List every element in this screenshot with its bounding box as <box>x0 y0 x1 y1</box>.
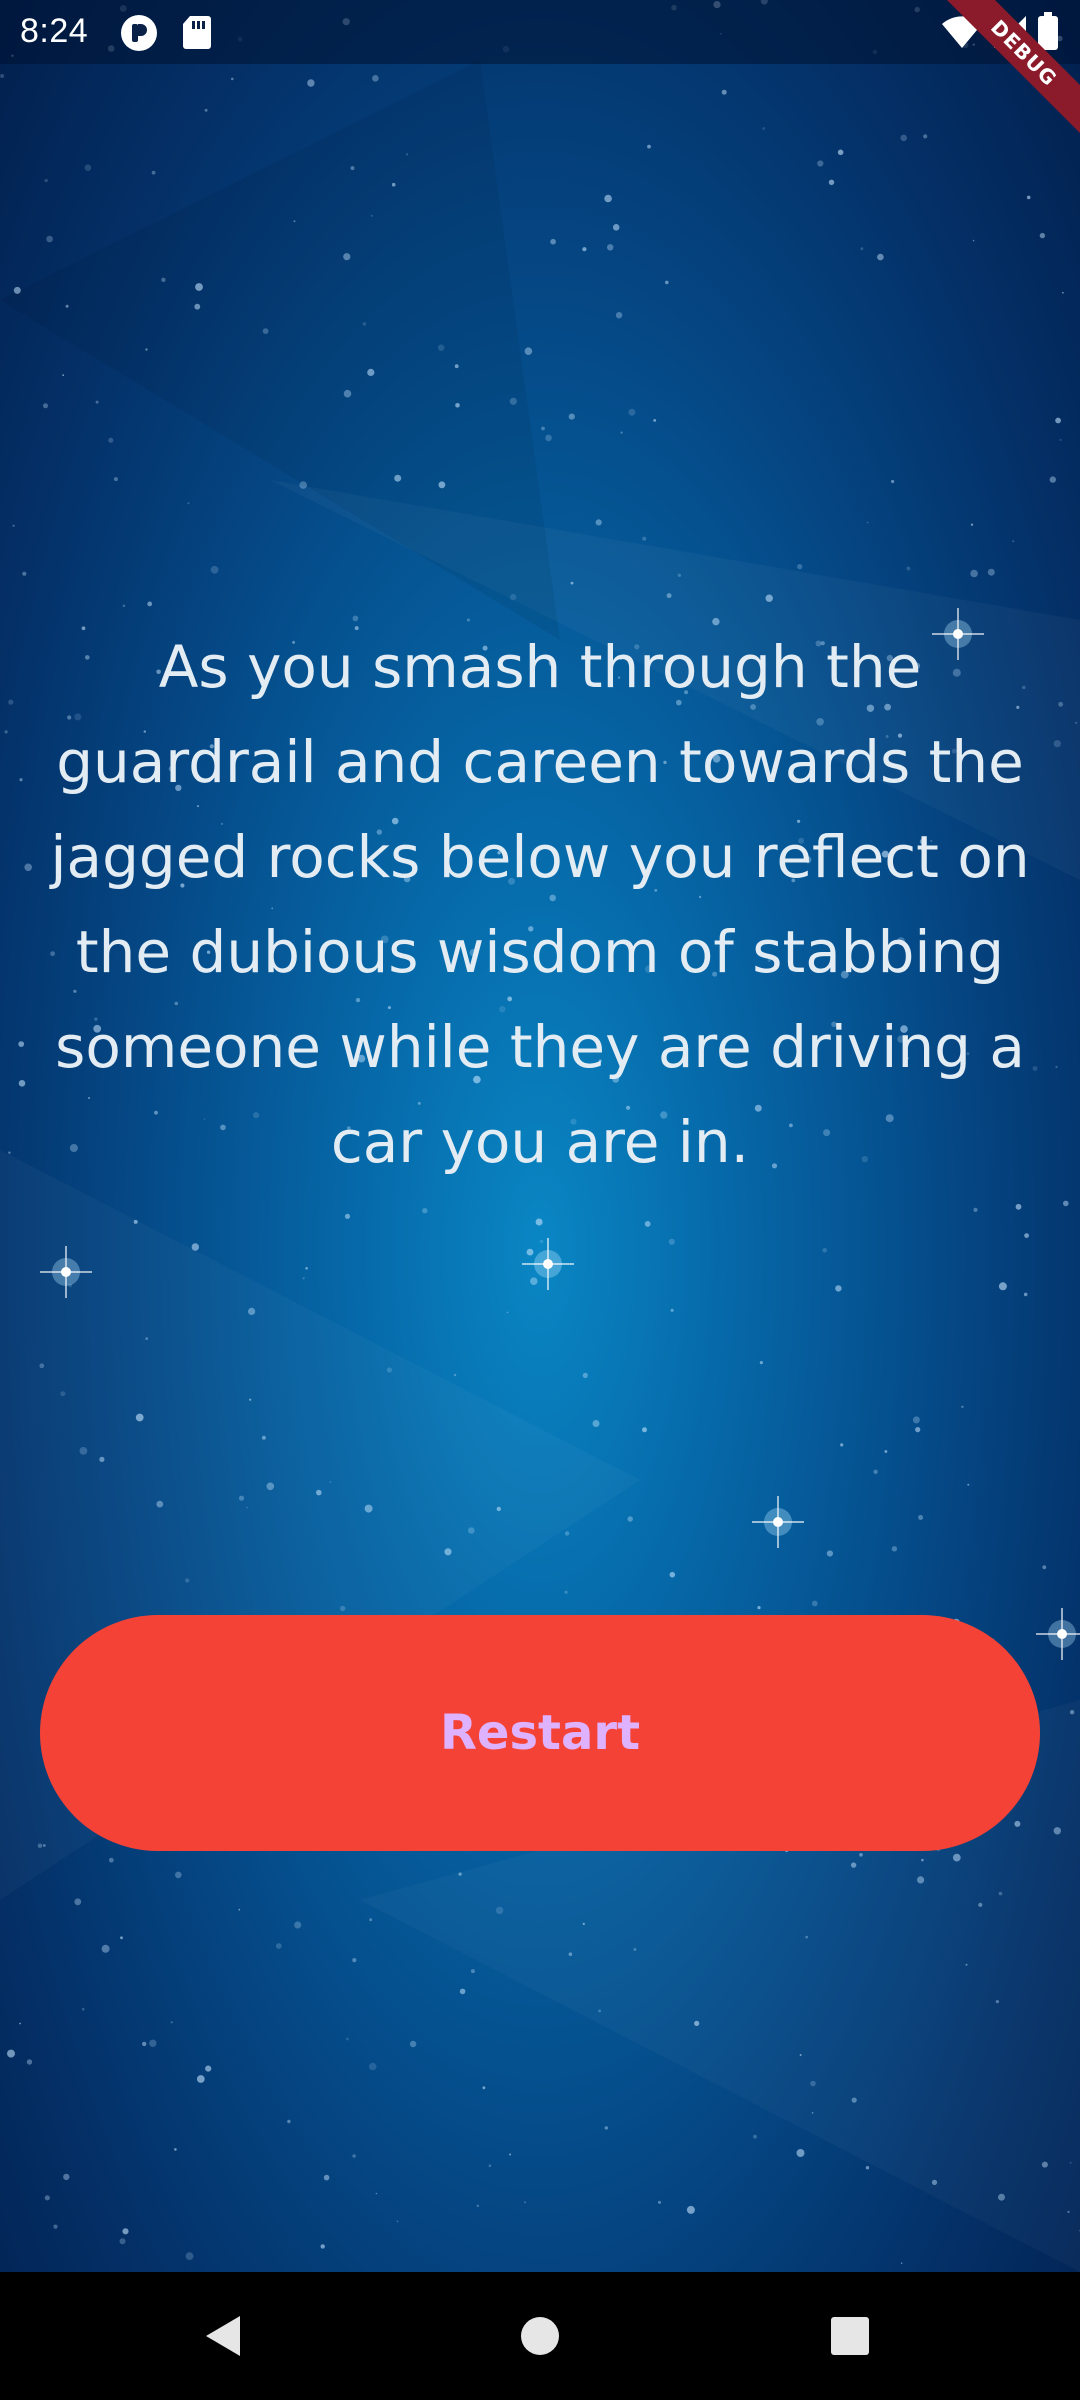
status-time: 8:24 <box>20 12 89 50</box>
signal-icon <box>994 16 1026 48</box>
restart-button-label: Restart <box>439 1705 641 1761</box>
battery-icon <box>1038 12 1058 50</box>
back-icon[interactable] <box>200 2312 248 2360</box>
navigation-bar <box>0 2272 1080 2400</box>
screen: 8:24 DEBUG As you smash through the guar… <box>0 0 1080 2400</box>
story-text: As you smash through the guardrail and c… <box>50 633 1030 1176</box>
home-icon[interactable] <box>518 2314 562 2358</box>
recents-icon[interactable] <box>830 2316 870 2356</box>
status-bar: 8:24 <box>0 0 1080 64</box>
restart-button[interactable]: Restart <box>40 1615 1040 1851</box>
wifi-icon <box>942 16 982 48</box>
app-notification-icon <box>121 15 157 51</box>
sd-card-icon <box>183 16 211 49</box>
